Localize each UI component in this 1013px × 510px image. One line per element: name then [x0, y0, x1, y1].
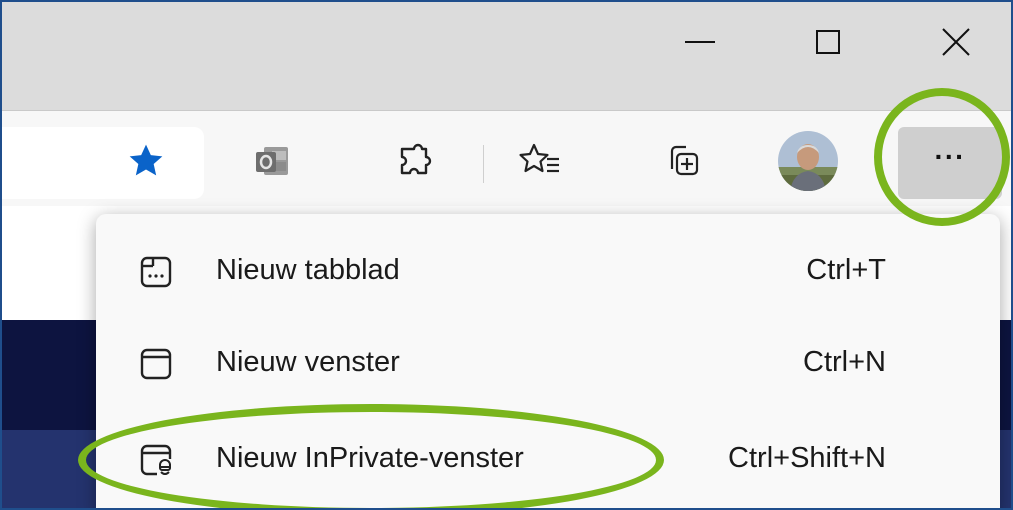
new-tab-icon — [136, 252, 176, 292]
maximize-icon — [816, 30, 840, 54]
maximize-button[interactable] — [792, 2, 864, 82]
add-favorite-button[interactable] — [116, 131, 176, 191]
minimize-icon — [685, 41, 715, 43]
menu-item-label: Nieuw InPrivate-venster — [216, 442, 524, 474]
toolbar-divider — [483, 145, 484, 183]
minimize-button[interactable] — [664, 2, 736, 82]
menu-item-new-tab[interactable]: Nieuw tabblad Ctrl+T — [96, 226, 1000, 316]
inprivate-window-icon — [136, 440, 176, 480]
menu-item-label: Nieuw tabblad — [216, 254, 400, 286]
avatar — [778, 131, 838, 191]
menu-item-label: Nieuw venster — [216, 346, 400, 378]
browser-toolbar: ··· — [2, 110, 1011, 207]
more-icon: ··· — [934, 141, 966, 172]
profile-button[interactable] — [778, 131, 838, 191]
favorites-button[interactable] — [510, 131, 570, 191]
close-icon — [942, 28, 970, 56]
outlook-icon — [256, 147, 288, 175]
settings-and-more-button[interactable]: ··· — [898, 127, 1002, 199]
menu-item-shortcut: Ctrl+T — [806, 254, 886, 286]
favorites-list-icon — [519, 143, 559, 173]
browser-window: ··· Nieuw tabblad Ctrl+T Nieuw venster C… — [0, 0, 1013, 510]
title-bar — [2, 2, 1011, 110]
menu-item-new-inprivate-window[interactable]: Nieuw InPrivate-venster Ctrl+Shift+N — [96, 414, 1000, 504]
menu-item-shortcut: Ctrl+Shift+N — [728, 442, 886, 474]
extensions-button[interactable] — [384, 131, 444, 191]
puzzle-icon — [400, 143, 432, 175]
menu-item-new-window[interactable]: Nieuw venster Ctrl+N — [96, 318, 1000, 408]
outlook-button[interactable] — [242, 131, 302, 191]
collections-button[interactable] — [652, 131, 712, 191]
new-window-icon — [136, 344, 176, 384]
collections-icon — [670, 145, 699, 176]
star-filled-icon — [129, 144, 163, 176]
close-button[interactable] — [920, 2, 992, 82]
settings-menu: Nieuw tabblad Ctrl+T Nieuw venster Ctrl+… — [96, 214, 1000, 508]
menu-item-shortcut: Ctrl+N — [803, 346, 886, 378]
